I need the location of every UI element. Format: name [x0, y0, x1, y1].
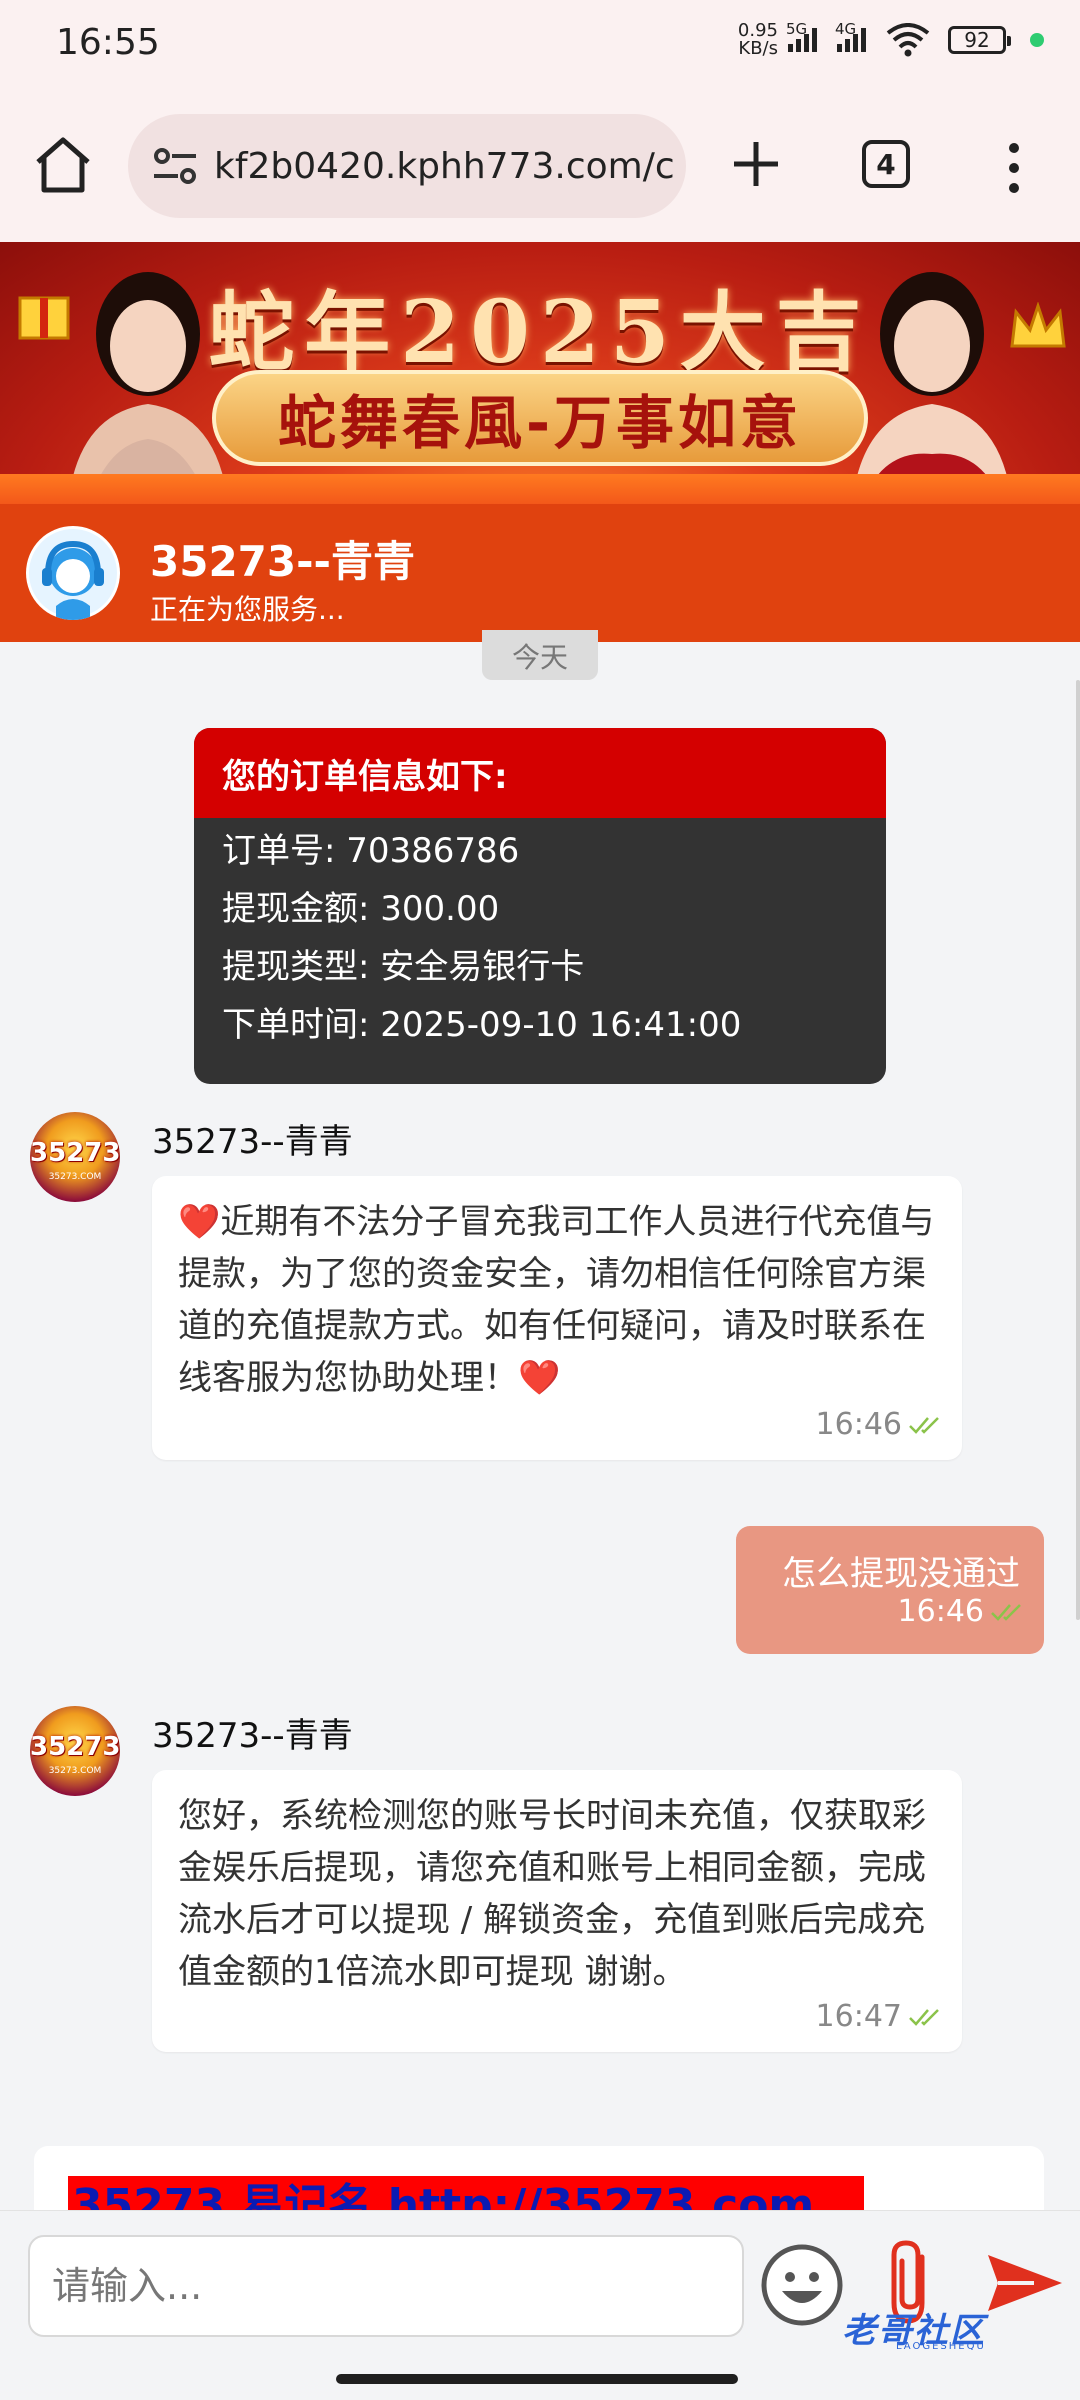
avatar-logo-domain: 35273.COM [48, 1172, 102, 1182]
message-time: 16:47 [815, 1999, 902, 2034]
date-divider: 今天 [482, 630, 598, 680]
net-speed: 0.95 KB/s [738, 22, 778, 58]
order-info-card: 您的订单信息如下: 订单号: 70386786 提现金额: 300.00 提现类… [194, 728, 886, 1084]
message-meta: 16:47 [816, 1999, 944, 2034]
site-settings-icon[interactable] [152, 146, 198, 186]
system-nav-bar [0, 2350, 1080, 2400]
avatar-logo-domain: 35273.COM [48, 1766, 102, 1776]
home-icon[interactable] [30, 132, 96, 198]
scrollbar[interactable] [1076, 680, 1080, 1620]
customer-service-icon [29, 529, 117, 620]
emoji-icon[interactable] [760, 2243, 844, 2327]
incoming-message: ❤️近期有不法分子冒充我司工作人员进行代充值与提款，为了您的资金安全，请勿相信任… [152, 1176, 962, 1460]
signal-5g-label: 5G [786, 20, 808, 38]
sender-name: 35273--青青 [152, 1122, 353, 1162]
sender-avatar[interactable]: 35273 35273.COM [30, 1112, 120, 1202]
message-text: ❤️近期有不法分子冒充我司工作人员进行代充值与提款，为了您的资金安全，请勿相信任… [178, 1202, 935, 1398]
url-text[interactable]: kf2b0420.kphh773.com/c [214, 146, 675, 187]
agent-status: 正在为您服务... [150, 593, 345, 626]
agent-name: 35273--青青 [150, 537, 415, 586]
message-text: 您好，系统检测您的账号长时间未充值，仅获取彩金娱乐后提现，请您充值和账号上相同金… [178, 1796, 926, 1992]
avatar-logo-number: 35273 [30, 1732, 120, 1762]
address-bar[interactable]: kf2b0420.kphh773.com/c [128, 114, 686, 218]
agent-avatar [26, 526, 120, 620]
message-text: 怎么提现没通过 [782, 1554, 1020, 1594]
message-time: 16:46 [897, 1594, 984, 1629]
wifi-icon [886, 23, 930, 57]
message-meta: 16:46 [816, 1407, 944, 1442]
sender-name: 35273--青青 [152, 1716, 353, 1756]
order-card-heading: 您的订单信息如下: [194, 728, 886, 818]
privacy-dot-icon [1030, 33, 1044, 47]
signal-4g-icon: 4G [835, 20, 866, 52]
message-meta: 16:46 [898, 1594, 1026, 1629]
gesture-handle[interactable] [336, 2374, 738, 2384]
net-speed-unit: KB/s [738, 38, 778, 59]
signal-4g-label: 4G [835, 20, 857, 38]
browser-toolbar: kf2b0420.kphh773.com/c 4 [0, 90, 1080, 242]
battery-level: 92 [964, 28, 990, 52]
order-number: 订单号: 70386786 [222, 830, 520, 871]
tab-switcher-button[interactable]: 4 [862, 140, 910, 188]
double-check-icon [909, 2008, 939, 2026]
incoming-message: 您好，系统检测您的账号长时间未充值，仅获取彩金娱乐后提现，请您充值和账号上相同金… [152, 1770, 962, 2052]
status-icons: 0.95 KB/s 5G 4G 92 [738, 20, 1044, 58]
message-input-box[interactable] [28, 2235, 744, 2337]
order-time: 下单时间: 2025-09-10 16:41:00 [222, 1004, 742, 1045]
message-time: 16:46 [815, 1407, 902, 1442]
double-check-icon [909, 1416, 939, 1434]
banner-bottom-stripe [0, 474, 1080, 504]
signal-5g-icon: 5G [786, 20, 817, 52]
status-time: 16:55 [56, 22, 160, 63]
outgoing-message: 怎么提现没通过 16:46 [736, 1526, 1044, 1654]
tab-count: 4 [876, 147, 896, 181]
banner-subtitle: 蛇舞春風-万事如意 [277, 389, 803, 457]
chat-header: 35273--青青 正在为您服务... [0, 504, 1080, 642]
banner-ribbon: 蛇舞春風-万事如意 [212, 370, 868, 466]
avatar-logo-number: 35273 [30, 1138, 120, 1168]
withdraw-amount: 提现金额: 300.00 [222, 888, 500, 929]
message-input-bar: 老哥社区 LAOGESHEQU [0, 2210, 1080, 2352]
promo-banner[interactable]: 蛇年2025大吉 蛇舞春風-万事如意 [0, 242, 1080, 504]
message-input[interactable] [30, 2237, 742, 2335]
double-check-icon [991, 1603, 1021, 1621]
banner-title: 蛇年2025大吉 [208, 282, 872, 383]
sender-avatar[interactable]: 35273 35273.COM [30, 1706, 120, 1796]
battery-icon: 92 [948, 26, 1011, 54]
new-tab-icon[interactable] [726, 134, 786, 194]
status-bar: 16:55 0.95 KB/s 5G 4G 92 [0, 0, 1080, 90]
more-menu-icon[interactable] [1004, 138, 1024, 198]
withdraw-type: 提现类型: 安全易银行卡 [222, 946, 585, 987]
